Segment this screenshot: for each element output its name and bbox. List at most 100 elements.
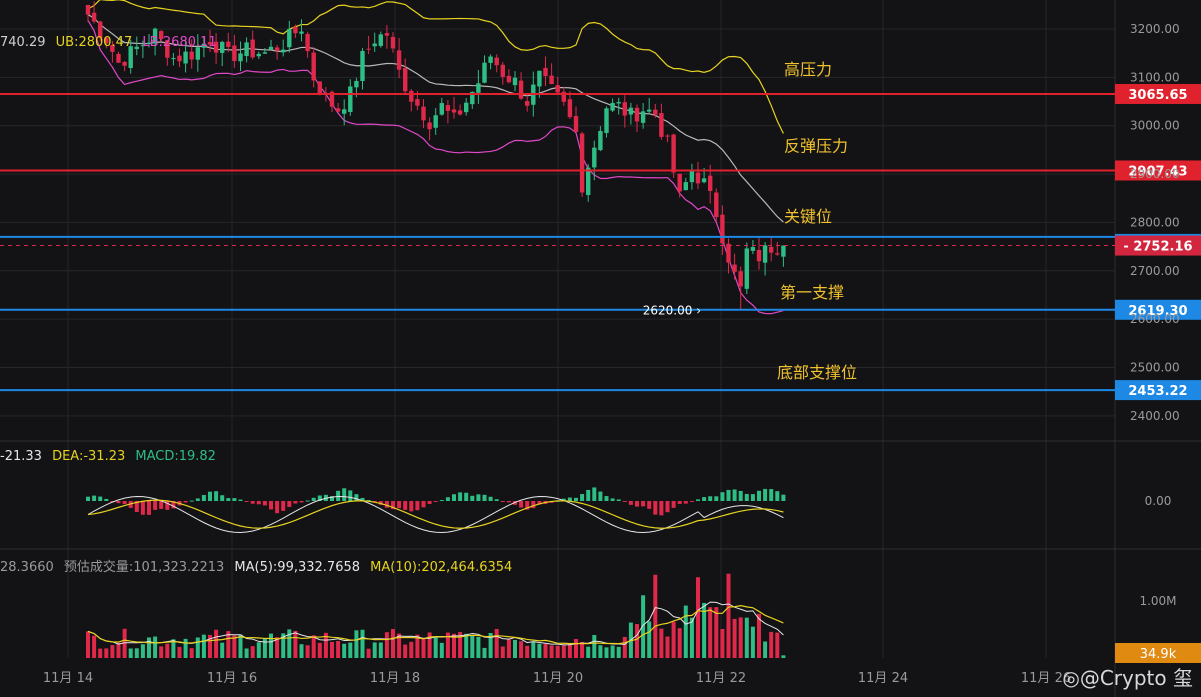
candle-body xyxy=(262,52,268,54)
candle-body xyxy=(695,172,701,184)
macd-bar xyxy=(647,501,652,509)
candle-body xyxy=(299,31,304,34)
candle-body xyxy=(586,167,591,196)
volume-bar xyxy=(366,648,371,658)
macd-bar xyxy=(311,497,316,501)
macd-bar xyxy=(409,501,414,512)
x-tick-label: 11月 24 xyxy=(858,671,908,686)
volume-bar xyxy=(482,647,487,658)
candle-body xyxy=(610,102,615,111)
macd-bar xyxy=(208,491,212,501)
volume-bar xyxy=(567,643,572,658)
macd-hist-value: MACD:19.82 xyxy=(135,449,216,464)
candle-body xyxy=(781,245,786,257)
volume-bar xyxy=(250,646,255,658)
macd-bar xyxy=(781,494,786,501)
macd-bar xyxy=(677,501,682,504)
candle-body xyxy=(396,50,402,70)
macd-bar xyxy=(476,494,481,501)
candle-body xyxy=(226,41,231,47)
macd-bar xyxy=(494,499,499,501)
volume-bar xyxy=(586,646,591,658)
macd-bar xyxy=(500,501,505,502)
volume-bar xyxy=(598,645,603,658)
y-tick-label: 3000.00 xyxy=(1130,119,1180,133)
macd-bar xyxy=(738,490,743,501)
volume-bar xyxy=(775,632,780,658)
candle-body xyxy=(525,101,530,106)
candle-body xyxy=(647,109,652,112)
volume-bar xyxy=(116,642,121,658)
volume-ma5-value: MA(5):99,332.7658 xyxy=(234,560,361,575)
candle-body xyxy=(762,245,768,263)
macd-bar xyxy=(519,501,524,508)
macd-bar xyxy=(506,501,511,503)
x-tick-label: 11月 16 xyxy=(207,671,257,686)
volume-bar xyxy=(159,646,164,658)
candle-body xyxy=(659,113,664,137)
candle-body xyxy=(769,246,774,253)
macd-bar xyxy=(427,501,432,504)
candle-body xyxy=(457,110,463,115)
y-tick-label: 2400.00 xyxy=(1130,409,1180,423)
macd-bar xyxy=(635,501,639,507)
macd-bar xyxy=(281,501,286,511)
candle-body xyxy=(488,56,493,63)
candle-body xyxy=(293,27,298,34)
macd-bar xyxy=(201,495,206,501)
volume-bar xyxy=(635,624,639,658)
boll-lower-line xyxy=(87,20,784,315)
volume-bar xyxy=(147,637,151,658)
boll-lower-value: LB:2680.11 xyxy=(142,35,217,50)
candle-body xyxy=(378,34,383,46)
macd-bar xyxy=(696,499,700,501)
candle-body xyxy=(122,62,127,66)
candle-body xyxy=(390,36,396,49)
candle-body xyxy=(500,64,505,77)
macd-bar xyxy=(622,501,627,502)
candle-body xyxy=(543,67,548,77)
macd-bar xyxy=(147,501,151,515)
candle-body xyxy=(342,109,347,114)
candle-body xyxy=(403,68,408,92)
candle-body xyxy=(335,108,341,112)
y-tick-label: 2800.00 xyxy=(1130,215,1180,229)
candle-body xyxy=(537,70,542,87)
macd-bar xyxy=(702,497,707,501)
candle-body xyxy=(451,109,457,113)
candle-body xyxy=(232,45,237,61)
macd-bar xyxy=(488,496,493,501)
volume-bar xyxy=(299,644,304,658)
macd-bar xyxy=(415,501,420,511)
candle-body xyxy=(604,108,609,134)
macd-bar xyxy=(397,501,402,509)
candle-body xyxy=(628,107,634,115)
candle-body xyxy=(464,102,469,113)
macd-bar xyxy=(580,494,585,501)
volume-current-text: 34.9k xyxy=(1140,647,1177,662)
macd-bar xyxy=(348,490,353,501)
volume-bar xyxy=(696,577,700,658)
volume-bar xyxy=(384,632,389,658)
volume-bar xyxy=(214,629,219,658)
volume-bar xyxy=(439,642,444,658)
candle-body xyxy=(567,99,573,118)
macd-bar xyxy=(153,501,158,510)
volume-bar xyxy=(708,607,713,658)
y-tick-label: 2700.00 xyxy=(1130,264,1180,278)
volume-bar xyxy=(549,645,554,658)
candle-body xyxy=(640,111,646,123)
resistance-label: 高压力 xyxy=(784,60,832,79)
candle-body xyxy=(317,81,322,95)
macd-bar xyxy=(421,501,426,508)
volume-bar xyxy=(336,641,341,658)
boll-legend: 740.29 UB:2800.47 LB:2680.11 xyxy=(0,35,223,50)
volume-bar xyxy=(622,636,627,658)
macd-bar xyxy=(287,501,292,507)
support-price-text: 2453.22 xyxy=(1128,384,1187,399)
candle-body xyxy=(683,182,688,191)
volume-bar xyxy=(689,617,694,658)
macd-bar xyxy=(708,496,713,501)
macd-bar xyxy=(616,499,621,501)
volume-bar xyxy=(189,648,194,658)
